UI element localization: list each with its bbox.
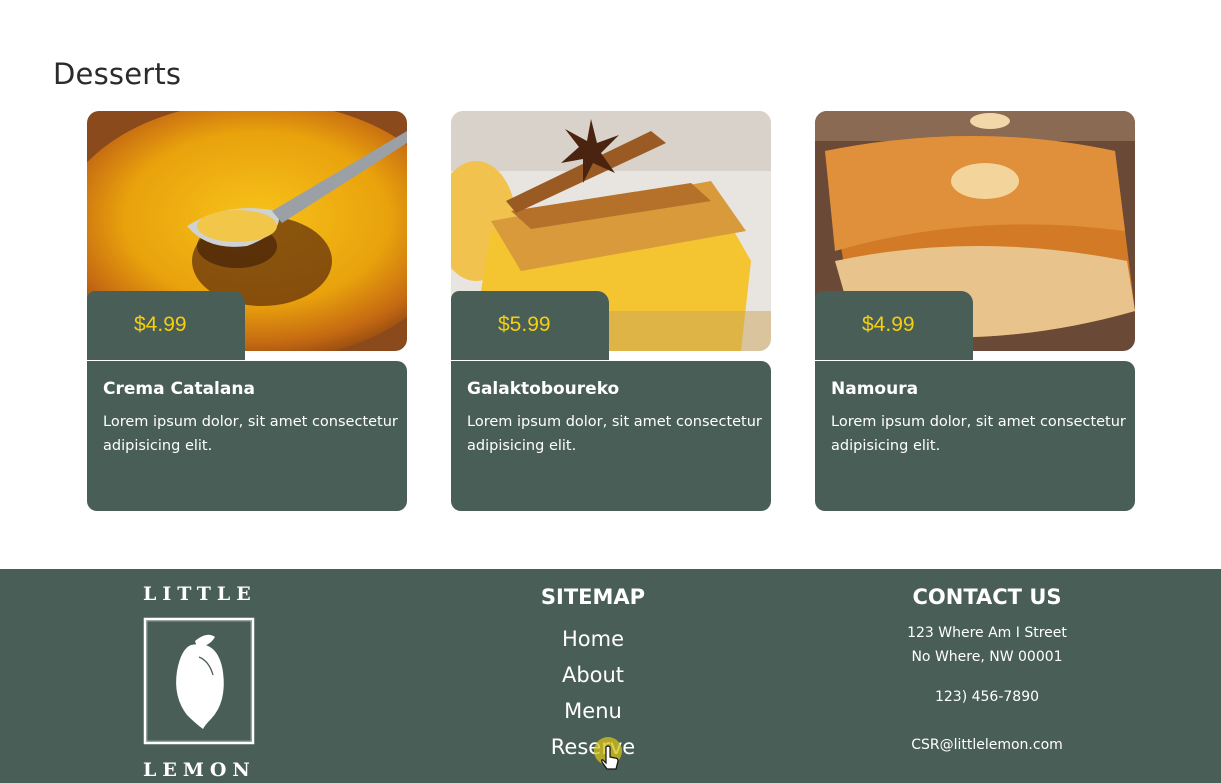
dessert-name: Galaktoboureko: [467, 379, 620, 399]
sitemap-link-home[interactable]: Home: [493, 621, 693, 657]
dessert-card-crema-catalana[interactable]: $4.99 Crema Catalana Lorem ipsum dolor, …: [87, 111, 407, 511]
price-label: $4.99: [862, 313, 915, 336]
dessert-card-galaktoboureko[interactable]: $5.99 Galaktoboureko Lorem ipsum dolor, …: [451, 111, 771, 511]
price-label: $4.99: [134, 313, 187, 336]
pointer-cursor-icon: [594, 737, 622, 770]
contact-us: CONTACT US 123 Where Am I Street No Wher…: [837, 585, 1137, 757]
logo-bottom-word: LEMON: [143, 759, 256, 781]
address-line-1: 123 Where Am I Street: [907, 625, 1067, 641]
little-lemon-logo[interactable]: LITTLE LEMON: [143, 583, 255, 783]
phone-number[interactable]: 123) 456-7890: [837, 685, 1137, 709]
logo-top-word: LITTLE: [143, 583, 257, 605]
sitemap-link-about[interactable]: About: [493, 657, 693, 693]
price-label: $5.99: [498, 313, 551, 336]
sitemap-heading: SITEMAP: [540, 585, 646, 609]
dessert-name: Crema Catalana: [103, 379, 255, 399]
dessert-description: Lorem ipsum dolor, sit amet consectetur …: [103, 414, 398, 454]
address-line-2: No Where, NW 00001: [911, 649, 1063, 665]
dessert-name: Namoura: [831, 379, 919, 399]
lemon-icon: [143, 617, 255, 745]
sitemap-link-menu[interactable]: Menu: [493, 693, 693, 729]
email-address[interactable]: CSR@littlelemon.com: [837, 733, 1137, 757]
contact-heading: CONTACT US: [912, 585, 1062, 609]
section-title: Desserts: [53, 57, 182, 91]
sitemap: SITEMAP Home About Menu Reserve: [493, 585, 693, 765]
dessert-card-namoura[interactable]: $4.99 Namoura Lorem ipsum dolor, sit ame…: [815, 111, 1135, 511]
sitemap-link-reserve[interactable]: Reserve: [493, 729, 693, 765]
dessert-description: Lorem ipsum dolor, sit amet consectetur …: [467, 414, 762, 454]
dessert-description: Lorem ipsum dolor, sit amet consectetur …: [831, 414, 1126, 454]
